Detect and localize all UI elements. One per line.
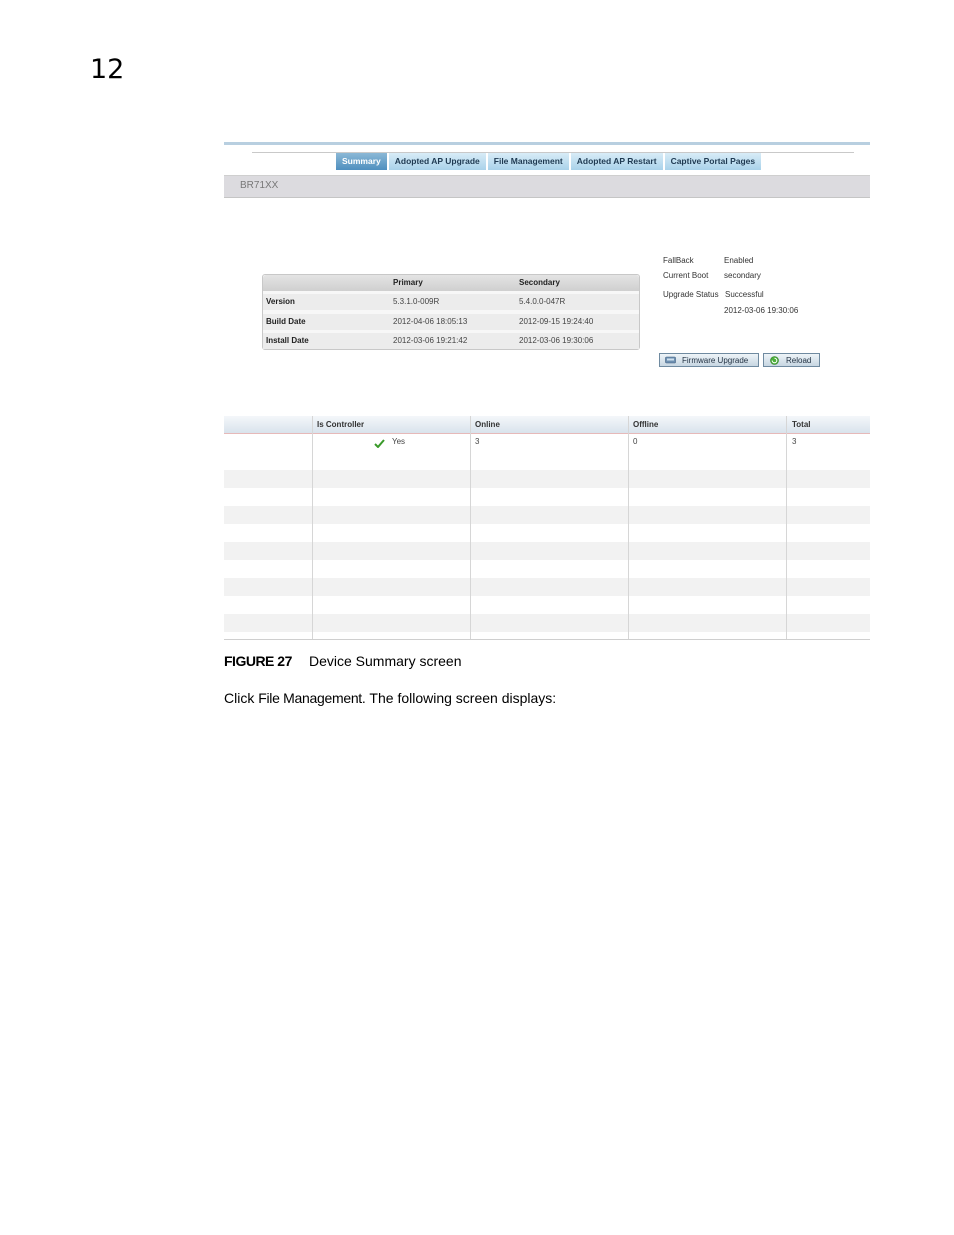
header-primary: Primary: [393, 278, 423, 287]
secondary-value: 2012-09-15 19:24:40: [519, 317, 594, 326]
secondary-value: 2012-03-06 19:30:06: [519, 336, 594, 345]
online-value: 3: [475, 437, 480, 446]
header-is-controller: Is Controller: [317, 420, 365, 429]
tab-bar: Summary Adopted AP Upgrade File Manageme…: [336, 153, 764, 170]
row-label: Build Date: [266, 317, 306, 326]
secondary-value: 5.4.0.0-047R: [519, 297, 566, 306]
firmware-icon: [665, 356, 676, 364]
install-date-row: Install Date 2012-03-06 19:21:42 2012-03…: [263, 333, 639, 349]
primary-value: 2012-04-06 18:05:13: [393, 317, 468, 326]
upgrade-status-label: Upgrade Status: [663, 290, 719, 299]
controller-table-header: Is Controller Online Offline Total: [224, 416, 870, 434]
primary-value: 5.3.1.0-009R: [393, 297, 440, 306]
body-prefix: Click: [224, 690, 259, 706]
figure-title: Device Summary screen: [309, 653, 462, 669]
row-stripe: [224, 614, 870, 632]
total-value: 3: [792, 437, 797, 446]
build-date-row: Build Date 2012-04-06 18:05:13 2012-09-1…: [263, 314, 639, 330]
row-stripe: [224, 506, 870, 524]
chapter-number: 12: [90, 54, 125, 85]
upgrade-time: 2012-03-06 19:30:06: [724, 306, 799, 315]
current-boot-label: Current Boot: [663, 271, 709, 280]
header-offline: Offline: [633, 420, 659, 429]
row-label: Version: [266, 297, 295, 306]
body-emphasis: File Management: [258, 690, 362, 706]
body-suffix: . The following screen displays:: [361, 690, 557, 706]
column-divider: [312, 416, 313, 640]
column-divider: [628, 416, 629, 640]
top-border: [224, 142, 870, 145]
header-total: Total: [792, 420, 811, 429]
column-divider: [470, 416, 471, 640]
controller-table: Is Controller Online Offline Total Yes 3…: [224, 416, 870, 640]
header-online: Online: [475, 420, 500, 429]
device-name: BR71XX: [240, 180, 279, 191]
table-bottom-border: [224, 639, 870, 640]
figure-caption: FIGURE 27 Device Summary screen: [224, 653, 462, 669]
device-summary-screenshot: Summary Adopted AP Upgrade File Manageme…: [224, 142, 870, 640]
reload-button[interactable]: Reload: [763, 353, 820, 367]
reload-icon: [770, 356, 779, 365]
checkmark-icon: [374, 439, 385, 448]
offline-value: 0: [633, 437, 638, 446]
version-table-header: Primary Secondary: [263, 275, 639, 291]
version-table: Primary Secondary Version 5.3.1.0-009R 5…: [262, 274, 640, 350]
is-controller-value: Yes: [392, 437, 406, 446]
body-paragraph: Click File Management. The following scr…: [224, 690, 556, 706]
primary-value: 2012-03-06 19:21:42: [393, 336, 468, 345]
tab-file-management[interactable]: File Management: [487, 153, 571, 170]
tab-adopted-ap-restart[interactable]: Adopted AP Restart: [570, 153, 665, 170]
figure-number: FIGURE 27: [224, 653, 292, 669]
header-secondary: Secondary: [519, 278, 560, 287]
tab-summary[interactable]: Summary: [336, 153, 389, 170]
firmware-upgrade-label: Firmware Upgrade: [682, 356, 749, 365]
row-label: Install Date: [266, 336, 309, 345]
reload-label: Reload: [786, 356, 812, 365]
row-stripe: [224, 542, 870, 560]
tab-captive-portal-pages[interactable]: Captive Portal Pages: [664, 153, 764, 170]
tab-adopted-ap-upgrade[interactable]: Adopted AP Upgrade: [388, 153, 488, 170]
device-bar: BR71XX: [224, 175, 870, 198]
current-boot-value: secondary: [724, 271, 761, 280]
row-stripe: [224, 470, 870, 488]
row-stripe: [224, 578, 870, 596]
fallback-label: FallBack: [663, 256, 694, 265]
upgrade-status-value: Successful: [725, 290, 764, 299]
fallback-value: Enabled: [724, 256, 754, 265]
version-row: Version 5.3.1.0-009R 5.4.0.0-047R: [263, 294, 639, 310]
firmware-upgrade-button[interactable]: Firmware Upgrade: [659, 353, 759, 367]
column-divider: [786, 416, 787, 640]
